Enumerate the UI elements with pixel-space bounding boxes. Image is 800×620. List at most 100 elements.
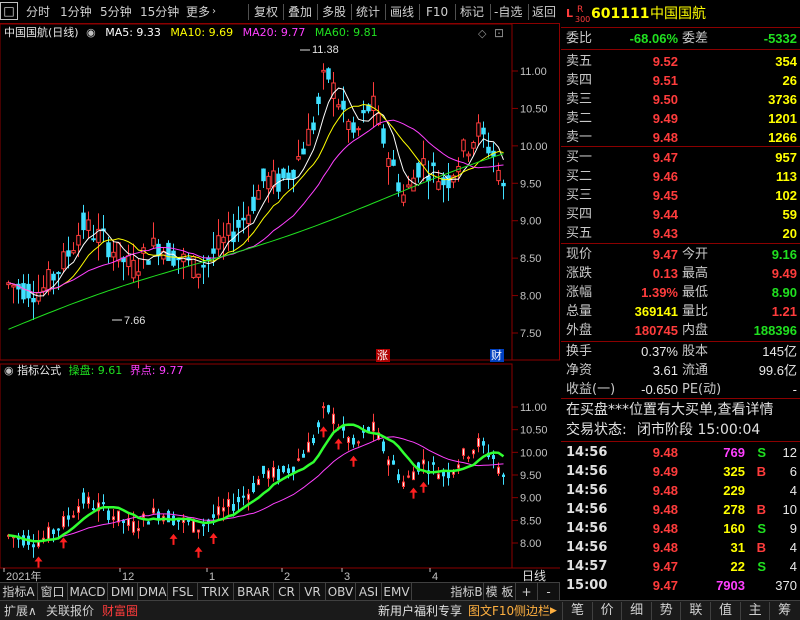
period-menu-button[interactable]: □: [0, 2, 18, 20]
news-text[interactable]: 在买盘***位置有大买单,查看详情: [566, 401, 773, 420]
indicator-tab[interactable]: EMV: [382, 583, 412, 601]
ind-candle-body: [502, 474, 505, 477]
indicator-title[interactable]: 指标公式: [17, 364, 61, 377]
fuquan-button[interactable]: 复权: [254, 3, 278, 21]
quote-tab[interactable]: 主: [739, 602, 770, 620]
tick-volume: 769: [723, 445, 745, 460]
tick-row: 14:57 9.47 22 S 4: [561, 557, 800, 576]
main-chart-legend: 中国国航(日线) ◉ MA5: 9.33 MA10: 9.69 MA20: 9.…: [4, 26, 378, 40]
tick-bs: B: [756, 464, 766, 479]
main-candle-body: [131, 259, 136, 279]
indicator-tab[interactable]: +: [516, 583, 538, 601]
ind-candle-body: [442, 471, 445, 477]
statistics-button[interactable]: 统计: [356, 3, 380, 21]
chevron-right-icon[interactable]: ▶: [550, 602, 557, 620]
indicator-tab[interactable]: OBV: [326, 583, 356, 601]
f10-link[interactable]: 图文F10: [468, 602, 514, 620]
weibi-row: 委比 -68.06% 委差 -5332: [561, 29, 800, 48]
wealth-circle-button[interactable]: 财富圈: [102, 602, 138, 620]
stock-code: 601111: [591, 6, 650, 22]
indicator-tab[interactable]: MACD: [68, 583, 108, 601]
indicator-tab[interactable]: -: [538, 583, 560, 601]
ind-candle-body: [412, 471, 415, 481]
more-arrow-icon[interactable]: ›: [212, 3, 216, 21]
ind-candle-body: [127, 518, 130, 526]
period-label: 日线: [522, 569, 546, 582]
x-tick-label: 2: [284, 571, 290, 582]
bid-volume: 59: [782, 207, 797, 222]
multi-stock-button[interactable]: 多股: [322, 3, 346, 21]
ind-candle-body: [382, 441, 385, 452]
promo-link[interactable]: 新用户福利专享: [378, 602, 462, 620]
indicator-tab[interactable]: 模 板: [484, 583, 516, 601]
quote-tab[interactable]: 筹: [769, 602, 799, 620]
quote-tab[interactable]: 细: [621, 602, 651, 620]
buy-arrow-icon: [419, 481, 428, 493]
indicator-tab[interactable]: 指标A: [0, 583, 38, 601]
news-row[interactable]: 在买盘***位置有大买单,查看详情: [561, 401, 800, 420]
stat2-label: 换手: [566, 344, 593, 359]
quote-tab[interactable]: 势: [650, 602, 681, 620]
stat2-value: 3.61: [652, 363, 678, 378]
chevron-down-icon[interactable]: ◉: [86, 26, 96, 39]
indicator-tab[interactable]: DMI: [108, 583, 138, 601]
ind-candle-body: [297, 458, 300, 461]
main-candle-body: [236, 219, 241, 228]
f10-button[interactable]: F10: [426, 3, 448, 21]
ask-label: 卖三: [566, 92, 593, 107]
indicator-tab[interactable]: FSL: [168, 583, 198, 601]
quote-tab[interactable]: 值: [710, 602, 740, 620]
indicator-tab[interactable]: VR: [300, 583, 326, 601]
tick-volume: 278: [723, 502, 745, 517]
indicator-tab[interactable]: TRIX: [198, 583, 234, 601]
tab-more[interactable]: 更多: [186, 3, 210, 21]
diamond-icon[interactable]: ◇: [478, 27, 486, 40]
ind-candle-body: [57, 528, 60, 531]
indicator-tab[interactable]: CR: [274, 583, 300, 601]
y-tick-label: 11.00: [520, 402, 547, 414]
tick-volume: 229: [723, 483, 745, 498]
draw-line-button[interactable]: 画线: [390, 3, 414, 21]
main-candle-body: [21, 283, 26, 300]
indicator-tab[interactable]: BRAR: [234, 583, 274, 601]
tab-15min[interactable]: 15分钟: [140, 3, 179, 21]
related-quote-button[interactable]: 关联报价: [46, 602, 94, 620]
ask-price: 9.50: [652, 92, 678, 107]
ask-row: 卖三 9.50 3736: [561, 90, 800, 109]
indicator-tab[interactable]: [412, 583, 450, 601]
indicator-tab[interactable]: 窗口: [38, 583, 68, 601]
main-candle-body: [436, 181, 441, 190]
main-plot-frame: [0, 24, 513, 361]
main-candle-body: [166, 242, 171, 262]
main-candle-body: [481, 127, 486, 135]
kline-panel[interactable]: 11.00 10.50 10.00 9.50 9.00 8.50 8.00 7.50 11.00…: [0, 24, 560, 582]
stat2-label: 收益(一): [566, 382, 616, 397]
tab-1min[interactable]: 1分钟: [60, 3, 92, 21]
tick-row: 14:56 9.48 769 S 12: [561, 443, 800, 462]
ind-candle-body: [277, 468, 280, 481]
stat-value: 9.49: [771, 266, 797, 281]
indicator-tab[interactable]: 指标B: [450, 583, 484, 601]
mark-button[interactable]: 标记: [460, 3, 484, 21]
overlay-button[interactable]: 叠加: [288, 3, 312, 21]
quote-tab[interactable]: 价: [591, 602, 622, 620]
tick-count: 12: [782, 445, 797, 460]
quote-tab[interactable]: 笔: [562, 602, 592, 620]
main-candle-body: [81, 212, 86, 231]
expand-icon[interactable]: ⊡: [494, 26, 504, 40]
indicator-tab[interactable]: DMA: [138, 583, 168, 601]
kline-chart[interactable]: 11.00 10.50 10.00 9.50 9.00 8.50 8.00 7.50 11.00…: [0, 24, 560, 582]
y-tick-label: 9.00: [520, 216, 541, 228]
settings-circle-icon[interactable]: ◉: [4, 364, 14, 377]
sidebar-toggle[interactable]: 侧边栏: [514, 602, 550, 620]
back-button[interactable]: 返回: [532, 3, 556, 21]
quote-tab[interactable]: 联: [680, 602, 710, 620]
tab-5min[interactable]: 5分钟: [100, 3, 132, 21]
ask-volume: 354: [775, 54, 797, 69]
add-favorite-button[interactable]: -自选: [494, 3, 522, 21]
tab-intraday[interactable]: 分时: [26, 3, 50, 21]
indicator-tab[interactable]: ASI: [356, 583, 382, 601]
main-candle-body: [241, 217, 246, 221]
expand-button[interactable]: 扩展∧: [4, 602, 37, 620]
ind-candle-body: [327, 405, 330, 413]
